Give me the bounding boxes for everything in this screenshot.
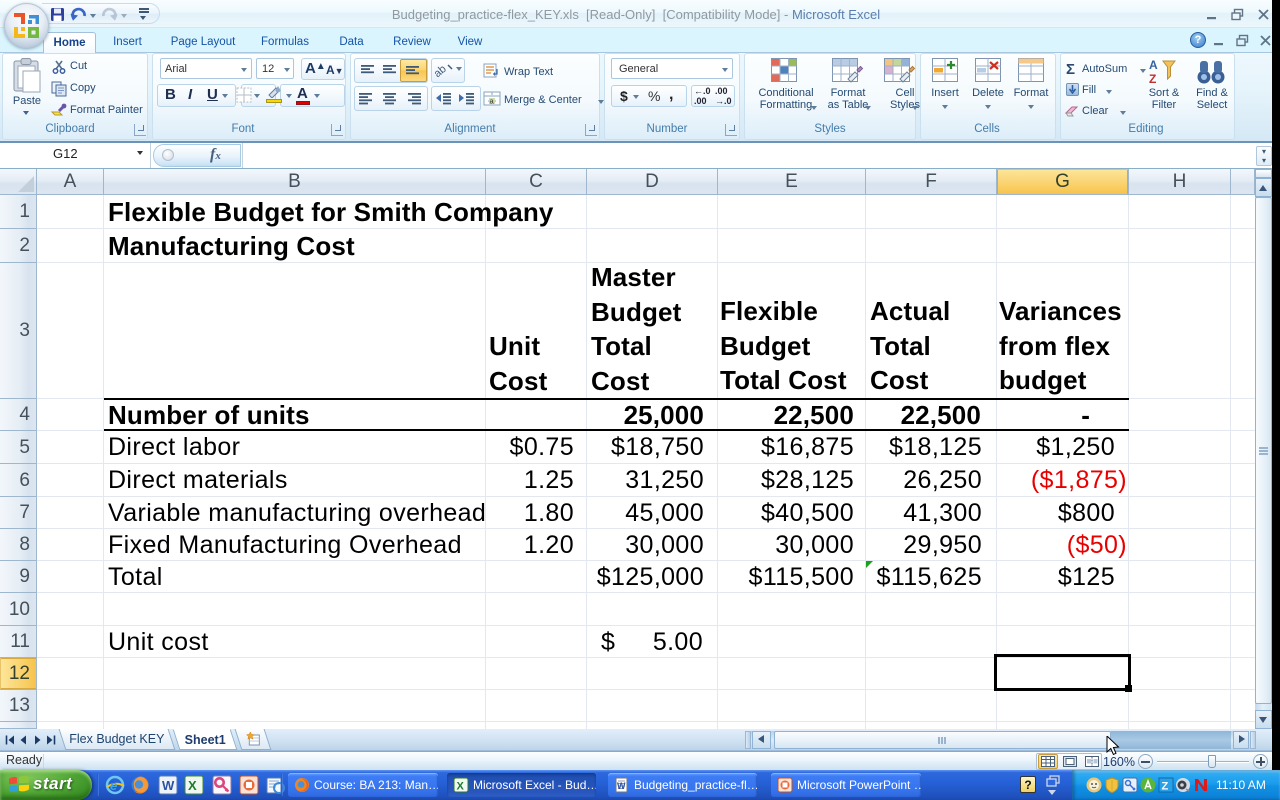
svg-text:W: W xyxy=(617,781,626,791)
svg-text:ab: ab xyxy=(434,63,449,79)
svg-text:A: A xyxy=(1149,58,1158,72)
svg-text:X: X xyxy=(457,781,465,793)
svg-text:X: X xyxy=(188,778,197,793)
svg-text:Z: Z xyxy=(1149,72,1156,85)
svg-text:Z: Z xyxy=(1162,781,1169,793)
svg-text:W: W xyxy=(162,778,175,793)
svg-text:e: e xyxy=(110,778,117,793)
